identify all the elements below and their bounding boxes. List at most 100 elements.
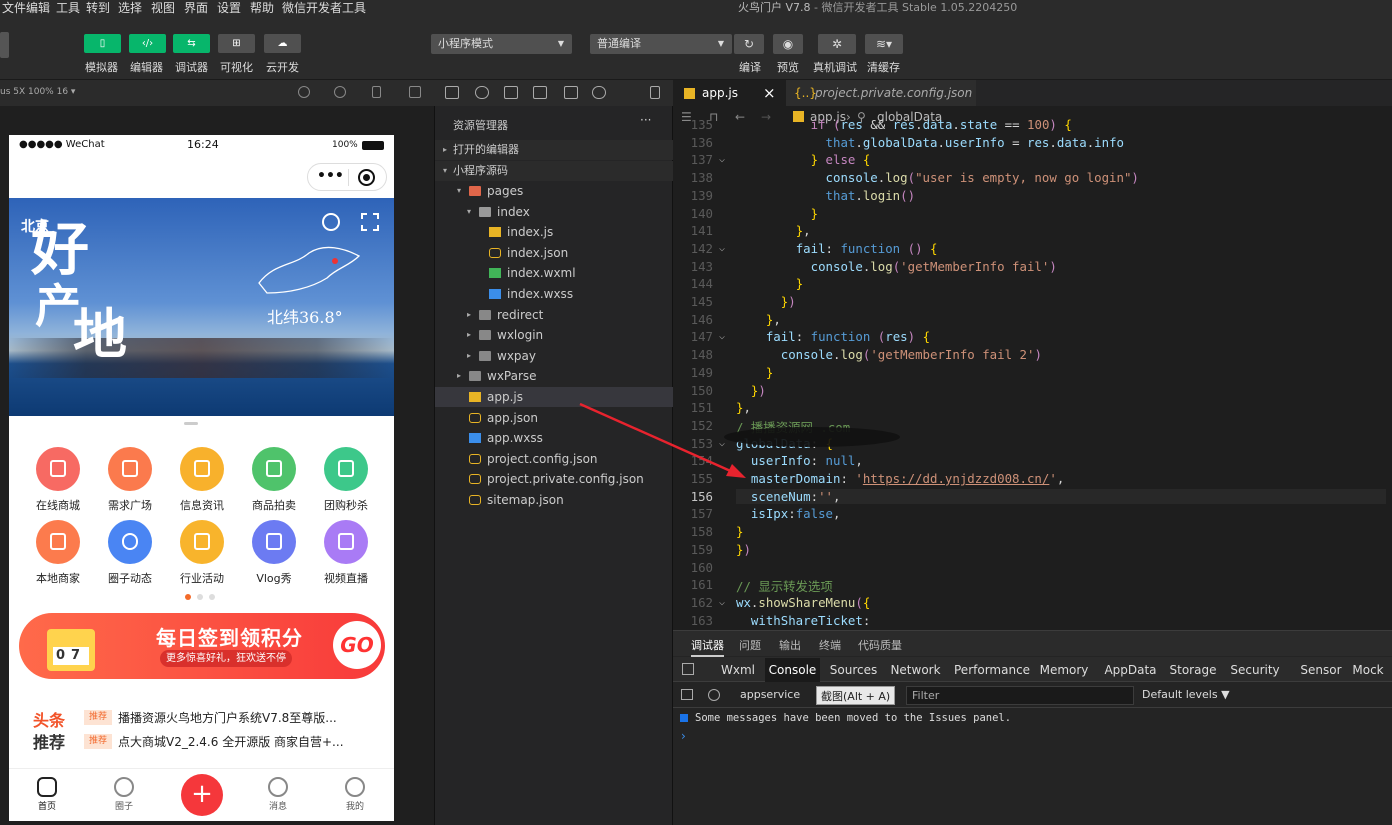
clear-cache-button[interactable]: ≋▾ — [865, 34, 903, 54]
code-line[interactable]: } else { — [736, 152, 871, 167]
tree-item-project-private-config-json[interactable]: project.private.config.json — [435, 469, 673, 489]
search-icon[interactable] — [322, 213, 340, 231]
tab-memory[interactable]: Memory — [1039, 658, 1089, 682]
tree-item-wxlogin[interactable]: ▸ wxlogin — [435, 325, 673, 345]
tree-item-wxparse[interactable]: ▸ wxParse — [435, 366, 673, 386]
code-line[interactable]: }) — [736, 294, 796, 309]
grid-item-news[interactable]: 信息资讯 — [176, 447, 228, 513]
grid-item-group-buy[interactable]: 团购秒杀 — [320, 447, 372, 513]
code-line[interactable]: } — [736, 365, 773, 380]
code-line[interactable]: } — [736, 206, 818, 221]
grid-item-demand-square[interactable]: 需求广场 — [104, 447, 156, 513]
tab-code-quality[interactable]: 代码质量 — [858, 637, 902, 653]
tab-problems[interactable]: 问题 — [739, 637, 761, 653]
grid-item-vlog[interactable]: Vlog秀 — [248, 520, 300, 586]
detach-window-icon[interactable] — [409, 86, 421, 98]
code-line[interactable]: that.globalData.userInfo = res.data.info — [736, 135, 1124, 150]
tab-project-private-config[interactable]: {..} project.private.config.json — [786, 80, 976, 106]
capsule-menu[interactable]: ••• — [307, 163, 387, 191]
tab-terminal[interactable]: 终端 — [819, 637, 841, 653]
tree-item-redirect[interactable]: ▸ redirect — [435, 305, 673, 325]
grid-item-auction[interactable]: 商品拍卖 — [248, 447, 300, 513]
log-levels-select[interactable]: Default levels ▼ — [1142, 688, 1230, 701]
code-line[interactable]: } — [736, 276, 803, 291]
tree-item-index-wxss[interactable]: index.wxss — [435, 284, 673, 304]
visual-button[interactable]: ⊞ — [218, 34, 255, 53]
code-line[interactable]: masterDomain: 'https://dd.ynjdzzd008.cn/… — [736, 471, 1064, 486]
tab-messages[interactable]: 消息 — [258, 777, 298, 812]
debug-panel-icon[interactable] — [564, 86, 578, 99]
grid-item-circle-feed[interactable]: 圈子动态 — [104, 520, 156, 586]
cloud-dev-button[interactable]: ☁ — [264, 34, 301, 53]
menu-item-tools[interactable]: 工具 — [56, 0, 80, 16]
filter-input[interactable]: Filter — [906, 686, 1134, 705]
grid-item-online-mall[interactable]: 在线商城 — [32, 447, 84, 513]
tab-sensor[interactable]: Sensor — [1300, 658, 1342, 682]
tree-item-app-wxss[interactable]: app.wxss — [435, 428, 673, 448]
menu-item-wechat-devtools[interactable]: 微信开发者工具 — [282, 0, 366, 16]
menu-item-view[interactable]: 视图 — [151, 0, 175, 16]
code-line[interactable]: fail: function () { — [736, 241, 938, 256]
code-line[interactable]: console.log("user is empty, now go login… — [736, 170, 1139, 185]
code-line[interactable]: isIpx:false, — [736, 506, 841, 521]
files-icon[interactable] — [445, 86, 459, 99]
simulator-toggle-button[interactable]: ▯ — [84, 34, 121, 53]
avatar[interactable] — [0, 32, 9, 58]
publish-plus-button[interactable]: + — [181, 774, 223, 816]
explorer-more-button[interactable]: ··· — [640, 113, 651, 127]
tab-performance[interactable]: Performance — [954, 658, 1030, 682]
code-line[interactable]: }) — [736, 542, 751, 557]
code-line[interactable]: wx.showShareMenu({ — [736, 595, 870, 610]
extensions-icon[interactable] — [533, 86, 547, 99]
mode-select[interactable]: 小程序模式 ▼ — [431, 34, 572, 54]
code-line[interactable]: globalData: { — [736, 436, 833, 451]
tab-mine[interactable]: 我的 — [335, 777, 375, 812]
tab-debugger[interactable]: 调试器 — [691, 637, 724, 657]
code-line[interactable]: }) — [736, 383, 766, 398]
menu-item-goto[interactable]: 转到 — [86, 0, 110, 16]
code-line[interactable]: fail: function (res) { — [736, 329, 930, 344]
record-icon[interactable] — [334, 86, 346, 98]
menu-item-select[interactable]: 选择 — [118, 0, 142, 16]
code-line[interactable]: if (res && res.data.state == 100) { — [736, 117, 1072, 132]
tab-security[interactable]: Security — [1230, 658, 1280, 682]
scan-icon[interactable] — [361, 213, 379, 231]
news-item-2[interactable]: 点大商城V2_2.4.6 全开源版 商家自营+... — [118, 733, 344, 750]
tab-app-js[interactable]: app.js × — [673, 80, 786, 106]
editor-toggle-button[interactable]: ‹/› — [129, 34, 166, 53]
tab-wxml[interactable]: Wxml — [713, 658, 763, 682]
news-item-1[interactable]: 播播资源火鸟地方门户系统V7.8至尊版... — [118, 709, 337, 726]
fold-icon[interactable]: ⌵ — [719, 331, 725, 342]
device-select[interactable]: us 5X 100% 16 ▾ — [0, 87, 75, 97]
go-button[interactable]: GO — [333, 621, 381, 669]
code-line[interactable]: }, — [736, 400, 751, 415]
docker-icon[interactable] — [592, 86, 606, 99]
tab-appdata[interactable]: AppData — [1103, 658, 1158, 682]
fold-icon[interactable]: ⌵ — [719, 597, 725, 608]
grid-item-events[interactable]: 行业活动 — [176, 520, 228, 586]
tab-mock[interactable]: Mock — [1348, 658, 1388, 682]
code-line[interactable]: that.login() — [736, 188, 916, 203]
tree-item-pages[interactable]: ▾ pages — [435, 181, 673, 201]
compile-select[interactable]: 普通编译 ▼ — [590, 34, 732, 54]
menu-item-edit[interactable]: 编辑 — [26, 0, 50, 16]
code-line[interactable]: sceneNum:'', — [736, 488, 1386, 504]
sidebar-toggle-icon[interactable] — [681, 689, 693, 700]
fold-icon[interactable]: ⌵ — [719, 438, 725, 449]
tree-item-index-json[interactable]: index.json — [435, 243, 673, 263]
phone-icon[interactable] — [372, 86, 381, 98]
remote-debug-button[interactable]: ✲ — [818, 34, 856, 54]
tree-item-index[interactable]: ▾ index — [435, 202, 673, 222]
code-line[interactable]: // 显示转发选项 — [736, 577, 833, 595]
close-icon[interactable]: × — [763, 80, 776, 106]
tab-home[interactable]: 首页 — [27, 777, 67, 812]
tab-storage[interactable]: Storage — [1168, 658, 1218, 682]
banner-carousel[interactable]: 北京 好 产 地 北纬36.8° — [9, 198, 394, 416]
rotate-icon[interactable] — [298, 86, 310, 98]
tree-item-wxpay[interactable]: ▸ wxpay — [435, 346, 673, 366]
section-open-editors[interactable]: ▸ 打开的编辑器 — [435, 140, 673, 160]
console-prompt[interactable]: › — [681, 729, 686, 743]
menu-item-help[interactable]: 帮助 — [250, 0, 274, 16]
preview-button[interactable]: ◉ — [773, 34, 803, 54]
code-line[interactable]: }, — [736, 312, 781, 327]
